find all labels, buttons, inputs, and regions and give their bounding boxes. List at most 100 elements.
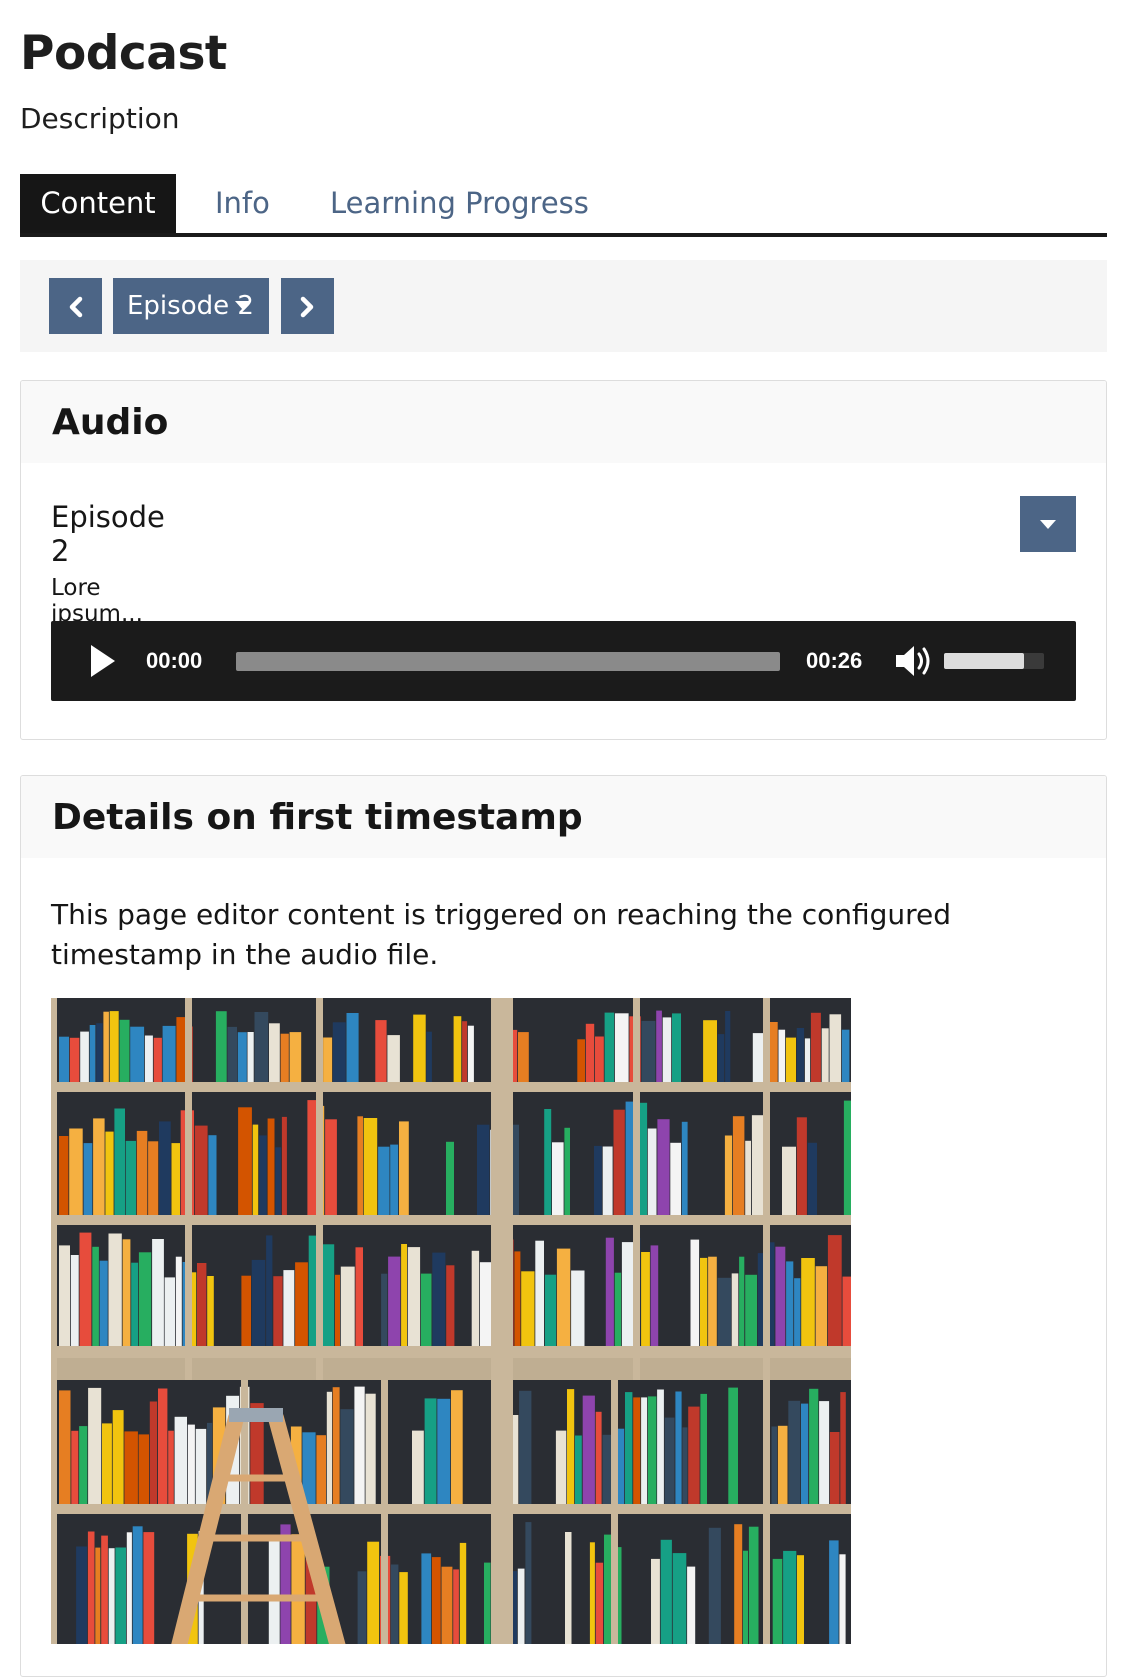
book-spine (807, 1142, 817, 1215)
book-spine (556, 1248, 571, 1346)
book-spine (346, 1013, 359, 1082)
mute-button[interactable] (894, 643, 934, 683)
book-spine (126, 1532, 132, 1644)
book-spine (602, 1146, 613, 1215)
book-spine (114, 1108, 125, 1215)
book-spine (724, 1135, 733, 1215)
book-spine (471, 1250, 480, 1346)
book-spine (810, 1012, 821, 1082)
book-spine (453, 1016, 462, 1082)
book-spine (143, 1532, 155, 1644)
book-spine (555, 1430, 567, 1504)
book-spine (582, 1395, 595, 1504)
book-spine (595, 1036, 604, 1082)
book-spine (92, 1246, 99, 1346)
book-spine (267, 1118, 275, 1215)
tab-info[interactable]: Info (215, 174, 270, 233)
page-description: Description (20, 102, 180, 135)
chevron-left-icon (69, 296, 83, 318)
details-text: This page editor content is triggered on… (51, 898, 952, 971)
book-spine (407, 1247, 421, 1346)
book-spine (390, 1564, 399, 1644)
book-spine (159, 1121, 171, 1215)
book-spine (819, 1401, 830, 1504)
book-spine (69, 1037, 80, 1082)
book-spine (119, 1019, 130, 1082)
tab-learning-progress[interactable]: Learning Progress (330, 174, 589, 233)
book-spine (187, 1424, 195, 1504)
book-spine (602, 1434, 612, 1504)
book-spine (80, 1031, 89, 1082)
audio-panel-header: Audio (21, 381, 1106, 463)
book-spine (381, 1273, 388, 1346)
book-spine (252, 1124, 259, 1215)
book-spine (734, 1524, 743, 1644)
next-episode-button[interactable] (281, 278, 334, 334)
book-spine (660, 1539, 672, 1644)
episode-select-button[interactable]: Episode 2 (113, 278, 269, 334)
book-spine (841, 1029, 850, 1082)
episode-toggle-button[interactable] (1020, 496, 1076, 552)
book-spine (176, 1017, 185, 1082)
book-spine (589, 1542, 595, 1644)
book-spine (647, 1396, 657, 1504)
book-spine (387, 1035, 400, 1082)
episode-title: Episode 2 (51, 500, 165, 568)
previous-episode-button[interactable] (49, 278, 102, 334)
book-spine (357, 1116, 363, 1215)
book-spine (786, 1261, 794, 1346)
book-spine (840, 1392, 846, 1504)
book-spine (355, 1247, 363, 1346)
book-spine (801, 1403, 809, 1504)
book-spine (421, 1553, 432, 1644)
book-spine (519, 1390, 532, 1504)
book-spine (153, 1037, 162, 1082)
book-spine (552, 1142, 564, 1215)
book-spine (237, 1032, 247, 1082)
book-spine (259, 1135, 267, 1215)
book-spine (266, 1235, 273, 1346)
book-spine (613, 1109, 625, 1215)
book-spine (647, 1128, 657, 1215)
book-spine (462, 1021, 468, 1082)
book-spine (565, 1532, 572, 1644)
book-spine (102, 1423, 112, 1504)
book-spine (268, 1540, 280, 1644)
play-button[interactable] (89, 644, 117, 682)
book-spine (138, 1434, 149, 1504)
book-spine (842, 1276, 851, 1346)
episode-nav-bar: Episode 2 (20, 260, 1107, 352)
book-spine (247, 1032, 254, 1082)
book-spine (625, 1392, 633, 1504)
book-spine (725, 1011, 731, 1082)
book-spine (175, 1256, 182, 1346)
book-spine (96, 1023, 103, 1082)
book-spine (88, 1387, 102, 1504)
book-spine (564, 1127, 570, 1215)
book-spine (168, 1430, 174, 1504)
book-spine (453, 1569, 459, 1644)
book-spine (778, 1029, 786, 1082)
book-spine (158, 1388, 168, 1504)
volume-slider[interactable] (944, 653, 1044, 669)
book-spine (399, 1121, 409, 1215)
book-spine (109, 1011, 119, 1082)
book-spine (89, 1025, 96, 1082)
book-spine (162, 1025, 176, 1082)
book-spine (238, 1107, 252, 1215)
book-spine (621, 1242, 634, 1346)
book-spine (459, 1542, 467, 1644)
tab-bar: Content Info Learning Progress (20, 174, 1107, 237)
book-spine (797, 1555, 804, 1644)
volume-level (944, 653, 1024, 669)
book-spine (388, 1256, 401, 1346)
book-spine (131, 1262, 139, 1346)
book-spine (517, 1568, 525, 1644)
book-spine (751, 1115, 765, 1215)
book-spine (122, 1239, 131, 1346)
book-spine (321, 1244, 335, 1346)
tab-content[interactable]: Content (20, 174, 176, 233)
book-spine (227, 1026, 237, 1082)
book-spine (675, 1391, 682, 1504)
progress-track[interactable] (236, 652, 780, 671)
